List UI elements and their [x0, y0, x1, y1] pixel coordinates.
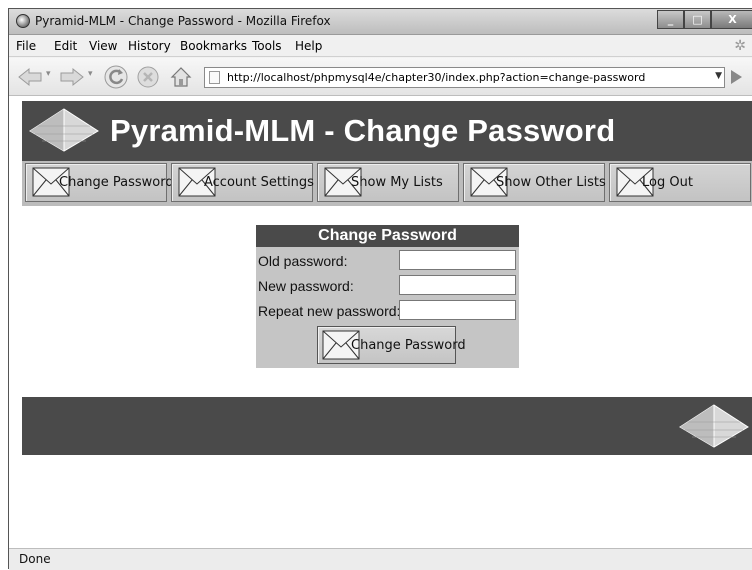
browser-window: Pyramid-MLM - Change Password - Mozilla …: [8, 8, 752, 570]
site-footer: [22, 397, 752, 455]
forward-arrow-icon[interactable]: [57, 67, 85, 87]
nav-label: Log Out: [642, 175, 693, 190]
window-title: Pyramid-MLM - Change Password - Mozilla …: [35, 14, 331, 28]
site-header: Pyramid-MLM - Change Password: [22, 101, 752, 161]
menu-edit[interactable]: Edit: [54, 39, 77, 53]
nav-label: Show Other Lists: [496, 175, 606, 190]
nav-label: Change Password: [59, 175, 174, 190]
maximize-button[interactable]: □: [684, 10, 711, 29]
page-icon: [209, 71, 220, 84]
menu-bookmarks[interactable]: Bookmarks: [180, 39, 247, 53]
address-bar[interactable]: http://localhost/phpmysql4e/chapter30/in…: [204, 67, 725, 88]
form-heading: Change Password: [256, 225, 519, 247]
page-title: Pyramid-MLM - Change Password: [110, 113, 616, 148]
nav-account-settings-button[interactable]: Account Settings: [171, 163, 314, 202]
status-bar: Done: [9, 548, 752, 570]
nav-show-my-lists-button[interactable]: Show My Lists: [317, 163, 459, 202]
pyramid-logo-icon: [29, 108, 99, 152]
reload-icon[interactable]: [103, 64, 129, 90]
firefox-icon: [16, 14, 30, 28]
nav-label: Account Settings: [204, 175, 314, 190]
menu-view[interactable]: View: [89, 39, 117, 53]
page-viewport: Pyramid-MLM - Change Password Change Pas…: [9, 96, 752, 548]
window-controls: _ □ X: [657, 10, 752, 29]
change-password-submit-button[interactable]: Change Password: [317, 326, 466, 364]
title-bar: Pyramid-MLM - Change Password - Mozilla …: [9, 9, 752, 35]
nav-show-other-lists-button[interactable]: Show Other Lists: [463, 163, 606, 202]
old-password-input[interactable]: [399, 250, 516, 270]
url-dropdown-icon[interactable]: ▼: [715, 71, 722, 81]
site-nav: Change Password Account Settings Show My…: [22, 161, 752, 206]
go-arrow-icon[interactable]: [731, 70, 742, 84]
navigation-toolbar: ▾ ▾ http://localhost/phpmysql4e/chapter3…: [9, 58, 752, 96]
menu-help[interactable]: Help: [295, 39, 322, 53]
forward-dropdown-icon[interactable]: ▾: [88, 69, 93, 79]
pyramid-logo-icon: [679, 404, 749, 448]
nav-label: Show My Lists: [351, 175, 443, 190]
throbber-icon: ✲: [734, 38, 746, 54]
repeat-password-input[interactable]: [399, 300, 516, 320]
menu-tools[interactable]: Tools: [252, 39, 282, 53]
menu-bar: File Edit View History Bookmarks Tools H…: [9, 35, 752, 57]
submit-label: Change Password: [351, 338, 466, 353]
menu-file[interactable]: File: [16, 39, 36, 53]
new-password-label: New password:: [258, 278, 354, 294]
repeat-password-label: Repeat new password:: [258, 303, 401, 319]
new-password-input[interactable]: [399, 275, 516, 295]
status-text: Done: [19, 552, 51, 566]
stop-icon[interactable]: [137, 66, 159, 88]
back-dropdown-icon[interactable]: ▾: [46, 69, 51, 79]
nav-log-out-button[interactable]: Log Out: [609, 163, 751, 202]
url-text[interactable]: http://localhost/phpmysql4e/chapter30/in…: [227, 71, 645, 84]
nav-change-password-button[interactable]: Change Password: [25, 163, 174, 202]
menu-history[interactable]: History: [128, 39, 171, 53]
change-password-form: Change Password Old password: New passwo…: [256, 225, 519, 368]
minimize-button[interactable]: _: [657, 10, 684, 29]
old-password-label: Old password:: [258, 253, 348, 269]
back-arrow-icon[interactable]: [17, 67, 45, 87]
close-button[interactable]: X: [711, 10, 752, 29]
home-icon[interactable]: [169, 65, 193, 89]
